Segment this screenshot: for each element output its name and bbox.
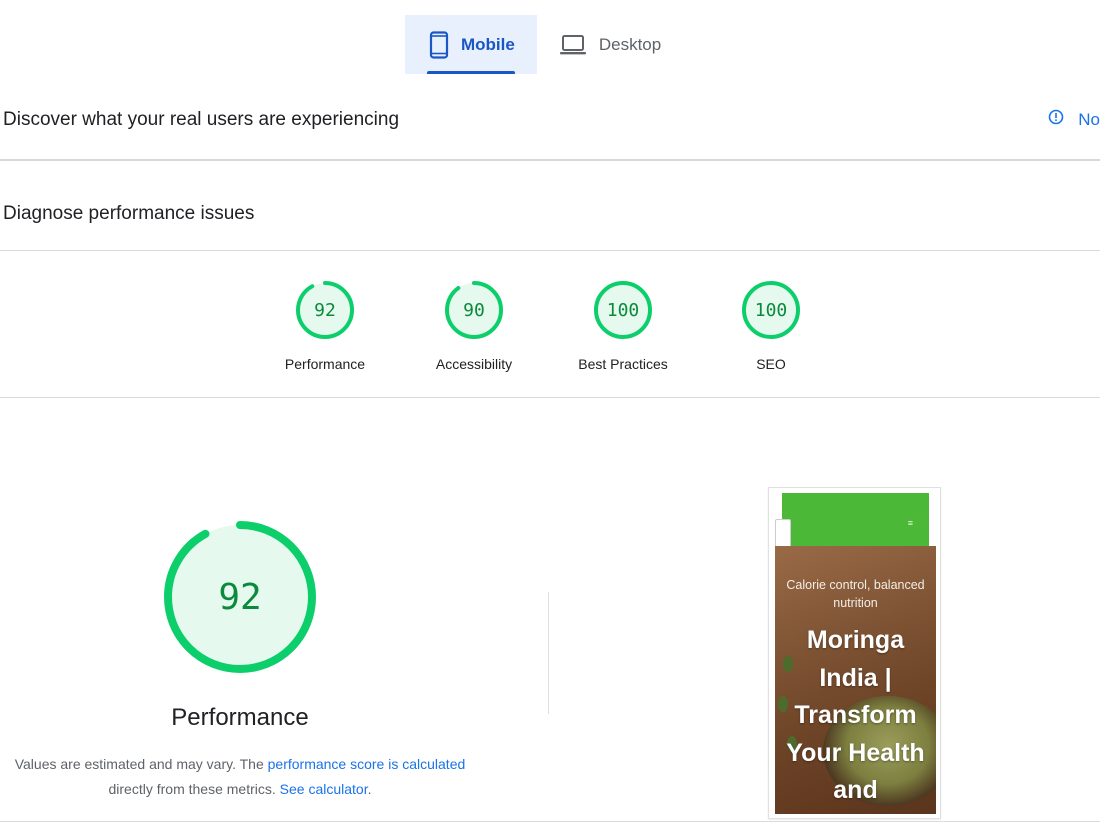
section-divider: [0, 397, 1100, 398]
gauge-label: SEO: [756, 356, 786, 372]
section-divider: [0, 159, 1100, 161]
performance-score: 92: [218, 576, 262, 618]
hamburger-icon: ≡: [907, 518, 913, 528]
gauge-seo[interactable]: 100 SEO: [701, 280, 841, 372]
lab-data-title: Diagnose performance issues: [3, 203, 255, 224]
info-icon: [1048, 109, 1064, 130]
lab-data-header: Diagnose performance issues: [0, 203, 1100, 229]
note-text: directly from these metrics.: [108, 781, 280, 797]
performance-gauge-large: 92: [163, 520, 317, 674]
site-tagline: Calorie control, balanced nutrition: [786, 578, 925, 610]
no-data-notice[interactable]: No: [1048, 109, 1100, 130]
gauge-performance[interactable]: 92 Performance: [255, 280, 395, 372]
gauge-score: 100: [606, 299, 640, 321]
tab-mobile-label: Mobile: [461, 34, 515, 54]
note-text: Values are estimated and may vary. The: [14, 756, 268, 772]
site-headline: Moringa India | Transform Your Health an…: [786, 626, 925, 804]
see-calculator-link[interactable]: See calculator: [280, 781, 368, 797]
tab-desktop-label: Desktop: [598, 34, 662, 54]
gauge-label: Performance: [284, 356, 366, 372]
score-note: Values are estimated and may vary. The p…: [0, 752, 480, 802]
site-header-bar: ≡: [782, 493, 929, 547]
note-text: .: [367, 781, 372, 797]
bottom-divider: [0, 821, 1100, 822]
smartphone-icon: [429, 30, 449, 59]
category-gauges: 92 Performance 90 Accessibility 100 Best…: [0, 280, 1100, 380]
tab-mobile[interactable]: Mobile: [405, 15, 537, 74]
gauge-ring: 100: [593, 280, 653, 340]
vertical-divider: [548, 592, 549, 714]
pagespeed-report: Mobile Desktop Discover what your real u…: [0, 0, 1100, 825]
gauge-ring: 90: [444, 280, 504, 340]
no-data-label: No: [1078, 109, 1100, 129]
field-data-title: Discover what your real users are experi…: [3, 109, 400, 130]
gauge-ring: 92: [295, 280, 355, 340]
gauge-best-practices[interactable]: 100 Best Practices: [553, 280, 693, 372]
gauge-ring: 100: [741, 280, 801, 340]
gauge-score: 90: [463, 299, 485, 321]
score-calculated-link[interactable]: performance score is calculated: [268, 756, 466, 772]
gauge-score: 100: [754, 299, 788, 321]
performance-title: Performance: [171, 704, 309, 731]
gauge-accessibility[interactable]: 90 Accessibility: [404, 280, 544, 372]
gauge-label: Best Practices: [578, 356, 668, 372]
device-tabs: Mobile Desktop: [405, 15, 683, 75]
page-screenshot: ≡ Calorie control, balanced nutrition Mo…: [768, 487, 941, 819]
active-tab-indicator: [427, 71, 515, 74]
section-divider: [0, 250, 1100, 251]
laptop-icon: [559, 34, 587, 56]
tab-desktop[interactable]: Desktop: [537, 15, 683, 74]
gauge-score: 92: [314, 299, 336, 321]
site-hero-image: Calorie control, balanced nutrition Mori…: [775, 546, 936, 814]
field-data-header: Discover what your real users are experi…: [0, 109, 1100, 135]
gauge-label: Accessibility: [435, 356, 513, 372]
